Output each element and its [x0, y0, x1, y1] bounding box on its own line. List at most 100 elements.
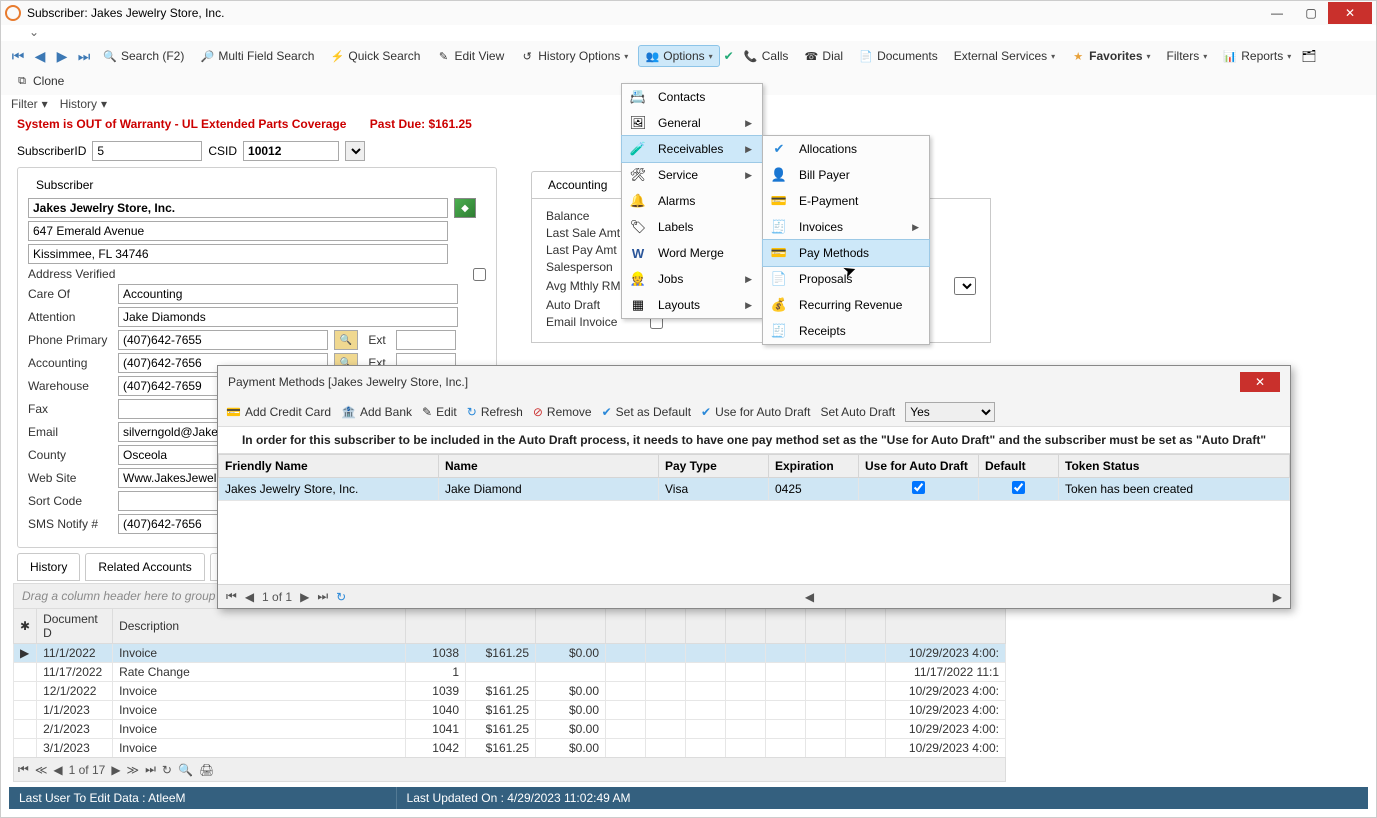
submenu-allocations[interactable]: ✔Allocations	[763, 136, 929, 162]
dlg-pager-first-icon[interactable]: ⏮	[226, 589, 237, 604]
pager-prev-icon[interactable]: ◀	[53, 763, 62, 777]
col-date[interactable]: Document D	[37, 609, 113, 644]
addr-verified-checkbox[interactable]	[473, 268, 486, 281]
menu-contacts[interactable]: 📇Contacts	[622, 84, 762, 110]
set-default-button[interactable]: ✔Set as Default	[602, 405, 691, 419]
external-services-button[interactable]: External Services▾	[948, 46, 1061, 66]
attention-input[interactable]	[118, 307, 458, 327]
submenu-bill-payer[interactable]: 👤Bill Payer	[763, 162, 929, 188]
nav-first-icon[interactable]: ⏮	[9, 48, 27, 65]
pager-first-icon[interactable]: ⏮	[18, 762, 29, 777]
submenu-recurring-revenue[interactable]: 💰Recurring Revenue	[763, 292, 929, 318]
col-e6[interactable]	[806, 609, 846, 644]
dlg-hscroll-right-icon[interactable]: ▶	[1273, 590, 1282, 604]
phone-lookup-icon[interactable]: 🔍	[334, 330, 358, 350]
col-updated[interactable]	[886, 609, 1006, 644]
check-icon[interactable]: ✔	[724, 49, 734, 63]
misc-icon[interactable]: 🗂	[1301, 49, 1316, 63]
pager-last-icon[interactable]: ⏭	[145, 762, 156, 777]
col-token-status[interactable]: Token Status	[1059, 455, 1290, 478]
col-pay-type[interactable]: Pay Type	[659, 455, 769, 478]
set-auto-draft-select[interactable]: Yes	[905, 402, 995, 422]
submenu-epayment[interactable]: 💳E-Payment	[763, 188, 929, 214]
sms-input[interactable]	[118, 514, 218, 534]
col-use-auto-draft[interactable]: Use for Auto Draft	[859, 455, 979, 478]
col-e7[interactable]	[846, 609, 886, 644]
csid-input[interactable]	[243, 141, 339, 161]
careof-input[interactable]	[118, 284, 458, 304]
default-checkbox[interactable]	[1012, 481, 1025, 494]
search-button[interactable]: 🔍Search (F2)	[97, 46, 190, 66]
submenu-pay-methods[interactable]: 💳Pay Methods	[763, 240, 929, 266]
use-auto-checkbox[interactable]	[912, 481, 925, 494]
nav-last-icon[interactable]: ⏭	[75, 48, 93, 65]
subscriber-name-input[interactable]	[28, 198, 448, 218]
address2-input[interactable]	[28, 244, 448, 264]
phone-primary-ext-input[interactable]	[396, 330, 456, 350]
history-row[interactable]: 1/1/2023Invoice1040$161.25$0.0010/29/202…	[14, 701, 1006, 720]
add-credit-card-button[interactable]: 💳Add Credit Card	[226, 405, 331, 419]
row-indicator-header[interactable]: ✱	[14, 609, 37, 644]
menu-receivables[interactable]: 🧪Receivables▶	[622, 136, 762, 162]
dialog-close-button[interactable]: ✕	[1240, 372, 1280, 392]
col-num[interactable]	[406, 609, 466, 644]
map-icon[interactable]: ◆	[454, 198, 476, 218]
col-amt2[interactable]	[536, 609, 606, 644]
payment-method-row[interactable]: Jakes Jewelry Store, Inc. Jake Diamond V…	[219, 478, 1290, 501]
minimize-button[interactable]: —	[1260, 2, 1294, 24]
edit-button[interactable]: ✎Edit	[422, 405, 457, 419]
history-dropdown[interactable]: History▾	[60, 97, 107, 111]
nav-prev-icon[interactable]: ◀	[31, 48, 49, 65]
pager-print-icon[interactable]: 🖨	[199, 763, 214, 777]
rmr-dropdown[interactable]	[954, 277, 976, 295]
history-row[interactable]: ▶11/1/2022Invoice1038$161.25$0.0010/29/2…	[14, 644, 1006, 663]
edit-view-button[interactable]: ✎Edit View	[430, 46, 510, 66]
subscriberid-input[interactable]	[92, 141, 202, 161]
multi-search-button[interactable]: 🔎Multi Field Search	[194, 46, 320, 66]
history-row[interactable]: 12/1/2022Invoice1039$161.25$0.0010/29/20…	[14, 682, 1006, 701]
csid-dropdown[interactable]	[345, 141, 365, 161]
submenu-invoices[interactable]: 🧾Invoices▶	[763, 214, 929, 240]
dial-button[interactable]: ☎Dial	[798, 46, 849, 66]
col-default[interactable]: Default	[979, 455, 1059, 478]
filters-button[interactable]: Filters▾	[1161, 46, 1214, 66]
menu-alarms[interactable]: 🔔Alarms	[622, 188, 762, 214]
maximize-button[interactable]: ▢	[1294, 2, 1328, 24]
dlg-pager-refresh-icon[interactable]: ↻	[336, 590, 346, 604]
tab-related-accounts[interactable]: Related Accounts	[85, 553, 204, 581]
menu-word-merge[interactable]: WWord Merge	[622, 240, 762, 266]
col-e1[interactable]	[606, 609, 646, 644]
col-name[interactable]: Name	[439, 455, 659, 478]
favorites-button[interactable]: ★Favorites▾	[1065, 46, 1156, 66]
address1-input[interactable]	[28, 221, 448, 241]
refresh-button[interactable]: ↻Refresh	[467, 405, 523, 419]
col-e2[interactable]	[646, 609, 686, 644]
calls-button[interactable]: 📞Calls	[738, 46, 795, 66]
col-desc[interactable]: Description	[113, 609, 406, 644]
pager-prev-page-icon[interactable]: ≪	[35, 763, 48, 777]
history-row[interactable]: 2/1/2023Invoice1041$161.25$0.0010/29/202…	[14, 720, 1006, 739]
dlg-pager-prev-icon[interactable]: ◀	[245, 590, 254, 604]
pager-refresh-icon[interactable]: ↻	[162, 763, 172, 777]
dlg-hscroll-left-icon[interactable]: ◀	[805, 590, 814, 604]
nav-next-icon[interactable]: ▶	[53, 48, 71, 65]
ribbon-toggle[interactable]: ⌄	[1, 25, 1376, 41]
reports-button[interactable]: 📊Reports▾	[1217, 46, 1297, 66]
history-row[interactable]: 3/1/2023Invoice1042$161.25$0.0010/29/202…	[14, 739, 1006, 758]
col-e4[interactable]	[726, 609, 766, 644]
clone-button[interactable]: ⧉Clone	[9, 71, 70, 91]
menu-service[interactable]: 🛠Service▶	[622, 162, 762, 188]
dlg-pager-last-icon[interactable]: ⏭	[317, 589, 328, 604]
filter-dropdown[interactable]: Filter▾	[11, 97, 48, 111]
dlg-pager-next-icon[interactable]: ▶	[300, 590, 309, 604]
col-expiration[interactable]: Expiration	[769, 455, 859, 478]
submenu-receipts[interactable]: 🧾Receipts	[763, 318, 929, 344]
menu-labels[interactable]: 🏷Labels	[622, 214, 762, 240]
menu-general[interactable]: 🖼General▶	[622, 110, 762, 136]
quick-search-button[interactable]: ⚡Quick Search	[324, 46, 426, 66]
tab-history[interactable]: History	[17, 553, 80, 581]
col-amt[interactable]	[466, 609, 536, 644]
pager-search-icon[interactable]: 🔍	[178, 763, 193, 777]
menu-jobs[interactable]: 👷Jobs▶	[622, 266, 762, 292]
submenu-proposals[interactable]: 📄Proposals	[763, 266, 929, 292]
